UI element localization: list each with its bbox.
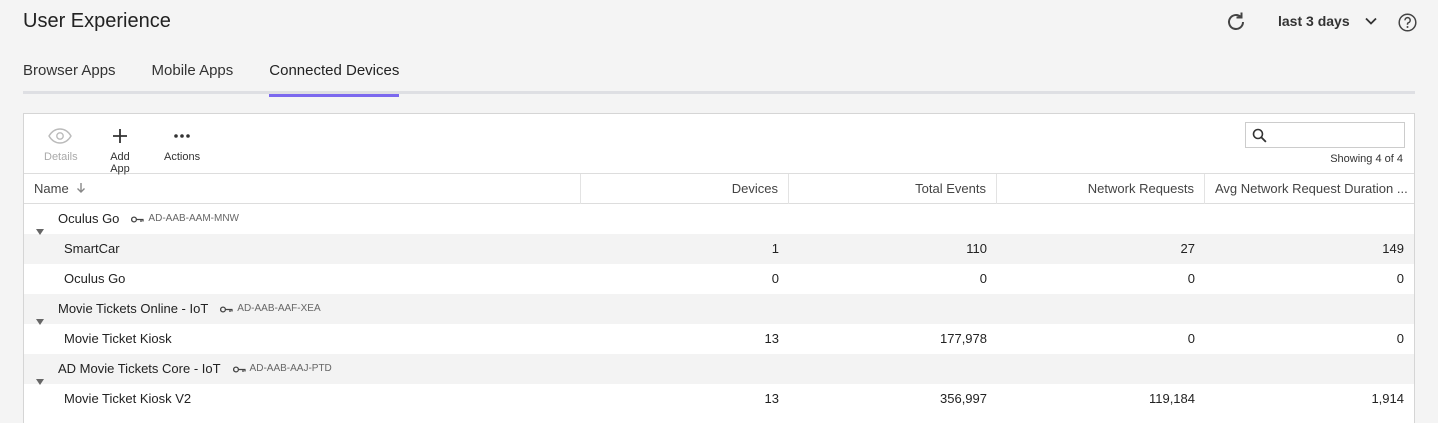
app-name: Movie Ticket Kiosk V2 (64, 391, 192, 406)
eye-icon (44, 124, 76, 148)
caret-down-icon[interactable] (36, 366, 44, 385)
column-devices-header[interactable]: Devices (581, 174, 789, 204)
more-icon (164, 124, 200, 148)
refresh-icon[interactable] (1224, 10, 1248, 34)
devices-value: 1 (771, 241, 779, 256)
tab-connected-devices[interactable]: Connected Devices (269, 56, 400, 97)
search-input[interactable] (1272, 125, 1400, 145)
tab-mobile-apps[interactable]: Mobile Apps (152, 56, 234, 94)
search-icon (1252, 128, 1267, 143)
details-button[interactable]: Details (44, 124, 78, 163)
add-app-button[interactable]: Add App (100, 124, 140, 175)
table-header: Name Devices Total Events Network Reques… (24, 174, 1414, 204)
app-name: Oculus Go (64, 271, 126, 286)
events-value: 177,978 (940, 331, 987, 346)
group-name: Movie Tickets Online - IoT (58, 301, 209, 316)
avg-duration-value: 149 (1382, 241, 1404, 256)
time-range-dropdown[interactable]: last 3 days (1278, 13, 1378, 29)
key-icon (232, 365, 246, 373)
events-value: 356,997 (940, 391, 987, 406)
search-box[interactable] (1245, 122, 1405, 148)
table-row[interactable]: Oculus Go 0 0 0 0 (24, 264, 1414, 294)
table-row[interactable]: SmartCar 1 110 27 149 (24, 234, 1414, 264)
showing-count: Showing 4 of 4 (1330, 153, 1403, 165)
group-row[interactable]: AD Movie Tickets Core - IoT AD-AAB-AAJ-P… (24, 354, 1414, 385)
caret-down-icon[interactable] (36, 306, 44, 325)
chevron-down-icon (1364, 14, 1378, 28)
table-body: Oculus Go AD-AAB-AAM-MNW SmartCar 1 110 … (24, 204, 1414, 414)
toolbar: Details Add App Actions Showing 4 of 4 (24, 114, 1414, 175)
requests-value: 119,184 (1148, 391, 1195, 406)
app-key: AD-AAB-AAJ-PTD (232, 354, 332, 384)
key-icon (131, 215, 145, 223)
table-row[interactable]: Movie Ticket Kiosk V2 13 356,997 119,184… (24, 384, 1414, 414)
requests-value: 27 (1180, 241, 1195, 256)
requests-value: 0 (1187, 271, 1195, 286)
actions-label: Actions (164, 151, 201, 163)
avg-duration-value: 1,914 (1371, 391, 1404, 406)
requests-value: 0 (1187, 331, 1195, 346)
caret-down-icon[interactable] (36, 216, 44, 235)
tab-browser-apps[interactable]: Browser Apps (23, 56, 116, 94)
app-name: SmartCar (64, 241, 120, 256)
key-icon (220, 305, 233, 313)
column-name-label: Name (34, 181, 69, 196)
add-app-label: Add App (110, 151, 130, 175)
app-key: AD-AAB-AAF-XEA (220, 294, 321, 324)
details-label: Details (44, 151, 78, 163)
avg-duration-value: 0 (1396, 331, 1404, 346)
avg-duration-value: 0 (1396, 271, 1404, 286)
devices-value: 13 (764, 331, 779, 346)
group-row[interactable]: Oculus Go AD-AAB-AAM-MNW (24, 204, 1414, 235)
table-row[interactable]: Movie Ticket Kiosk 13 177,978 0 0 (24, 324, 1414, 354)
column-avg-duration-header[interactable]: Avg Network Request Duration ... (1205, 174, 1414, 204)
apps-panel: Details Add App Actions Showing 4 of 4 N… (23, 113, 1415, 423)
plus-icon (100, 124, 140, 148)
app-name: Movie Ticket Kiosk (64, 331, 172, 346)
column-network-requests-header[interactable]: Network Requests (997, 174, 1205, 204)
group-name: AD Movie Tickets Core - IoT (58, 361, 221, 376)
actions-button[interactable]: Actions (164, 124, 200, 163)
column-total-events-header[interactable]: Total Events (789, 174, 997, 204)
group-row[interactable]: Movie Tickets Online - IoT AD-AAB-AAF-XE… (24, 294, 1414, 325)
tab-bar: Browser Apps Mobile Apps Connected Devic… (23, 56, 1415, 97)
sort-down-icon (76, 175, 86, 204)
help-icon[interactable] (1398, 13, 1417, 32)
time-range-label: last 3 days (1278, 13, 1350, 29)
events-value: 110 (966, 241, 987, 256)
devices-value: 13 (764, 391, 779, 406)
app-key: AD-AAB-AAM-MNW (131, 204, 239, 234)
column-name-header[interactable]: Name (24, 174, 581, 204)
page-title: User Experience (23, 10, 171, 32)
events-value: 0 (979, 271, 987, 286)
devices-value: 0 (771, 271, 779, 286)
group-name: Oculus Go (58, 211, 120, 226)
